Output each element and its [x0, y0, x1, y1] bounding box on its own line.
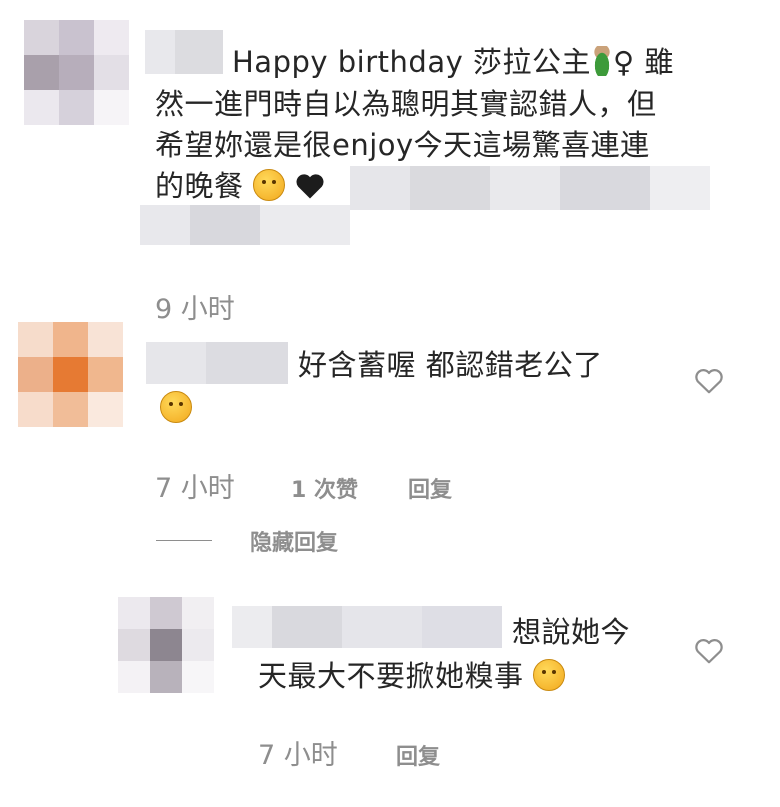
reply-button[interactable]: 回复	[408, 472, 452, 504]
redacted-text	[350, 166, 710, 210]
username[interactable]	[145, 30, 223, 74]
comment-text: Happy birthday 莎拉公主 ♀ 雖	[232, 45, 674, 79]
comment-text: 天最大不要掀她糗事	[258, 656, 566, 696]
pregnant-woman-emoji-icon	[590, 46, 613, 76]
heart-outline-icon[interactable]	[694, 636, 724, 666]
comment-time: 9 小时	[155, 294, 235, 325]
avatar[interactable]	[18, 322, 123, 427]
comment-text: 然一進門時自以為聰明其實認錯人，但	[155, 87, 657, 121]
face-emoji-icon	[253, 169, 286, 201]
black-heart-icon	[296, 174, 324, 199]
face-emoji-icon	[533, 659, 566, 691]
comment-text: 希望妳還是很enjoy今天這場驚喜連連	[155, 128, 650, 162]
reply-button[interactable]: 回复	[396, 739, 440, 771]
hide-replies-button[interactable]: 隐藏回复	[250, 525, 338, 557]
comment-text: 好含蓄喔 都認錯老公了	[298, 348, 603, 382]
heart-outline-icon[interactable]	[694, 366, 724, 396]
comment-time: 7 小时	[258, 740, 338, 771]
username[interactable]	[232, 606, 502, 648]
likes-count[interactable]: 1 次赞	[291, 472, 358, 504]
redacted-text	[140, 205, 350, 245]
username[interactable]	[146, 342, 288, 384]
face-emoji-icon	[160, 391, 192, 423]
comment-text: 想說她今	[512, 615, 631, 649]
divider-line	[156, 540, 212, 541]
avatar[interactable]	[24, 20, 129, 125]
avatar[interactable]	[118, 597, 214, 693]
comment-text: 的晚餐	[155, 166, 325, 206]
comment-time: 7 小时	[155, 473, 235, 504]
